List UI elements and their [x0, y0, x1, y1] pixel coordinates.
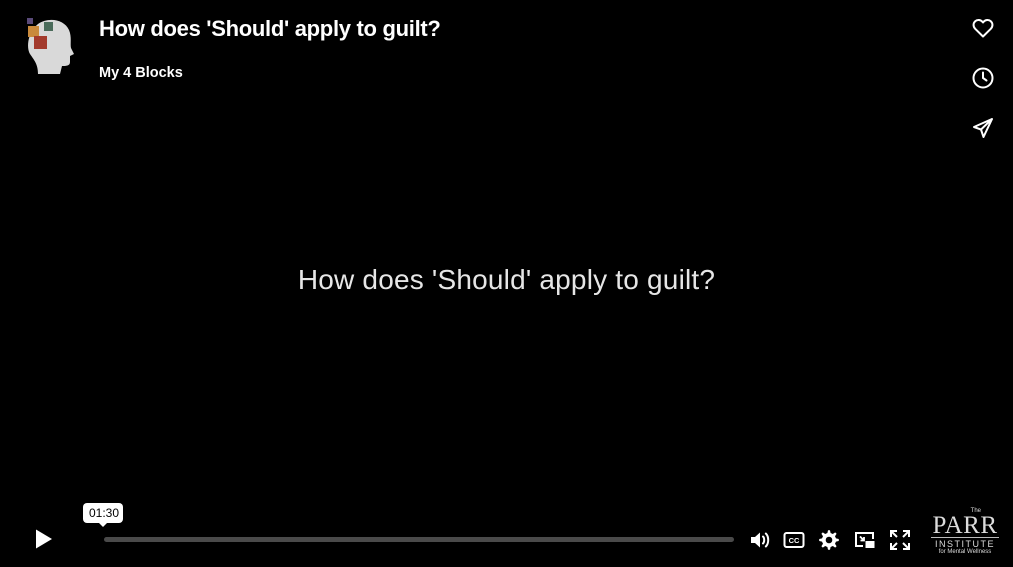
- progress-bar[interactable]: [104, 537, 734, 542]
- video-frame-text: How does 'Should' apply to guilt?: [297, 264, 716, 295]
- time-tooltip: 01:30: [83, 503, 123, 527]
- volume-button[interactable]: [746, 526, 774, 554]
- parr-institute-logo[interactable]: The PARR INSTITUTE for Mental Wellness: [927, 508, 1003, 558]
- play-icon: [36, 529, 52, 549]
- play-button[interactable]: [30, 525, 58, 553]
- brand-name: PARR: [932, 512, 998, 539]
- picture-in-picture-button[interactable]: [851, 526, 879, 554]
- brand-institute: INSTITUTE: [931, 537, 999, 549]
- fullscreen-button[interactable]: [886, 526, 914, 554]
- settings-button[interactable]: [815, 526, 843, 554]
- video-title[interactable]: How does 'Should' apply to guilt?: [99, 16, 441, 42]
- side-actions: [969, 14, 997, 164]
- closed-captions-icon: CC: [783, 532, 805, 548]
- svg-text:CC: CC: [789, 536, 800, 545]
- captions-button[interactable]: CC: [780, 526, 808, 554]
- like-button[interactable]: [969, 14, 997, 42]
- channel-name-link[interactable]: My 4 Blocks: [99, 65, 183, 81]
- gear-icon: [819, 530, 839, 550]
- channel-logo-icon[interactable]: [24, 14, 74, 76]
- watch-later-button[interactable]: [969, 64, 997, 92]
- share-button[interactable]: [969, 114, 997, 142]
- clock-icon: [972, 67, 994, 89]
- heart-icon: [972, 18, 994, 38]
- fullscreen-icon: [890, 530, 910, 550]
- brand-tagline: for Mental Wellness: [938, 549, 992, 555]
- picture-in-picture-icon: [855, 532, 875, 548]
- volume-icon: [751, 532, 770, 548]
- send-icon: [973, 118, 993, 138]
- video-player[interactable]: How does 'Should' apply to guilt? My 4 B…: [0, 0, 1013, 567]
